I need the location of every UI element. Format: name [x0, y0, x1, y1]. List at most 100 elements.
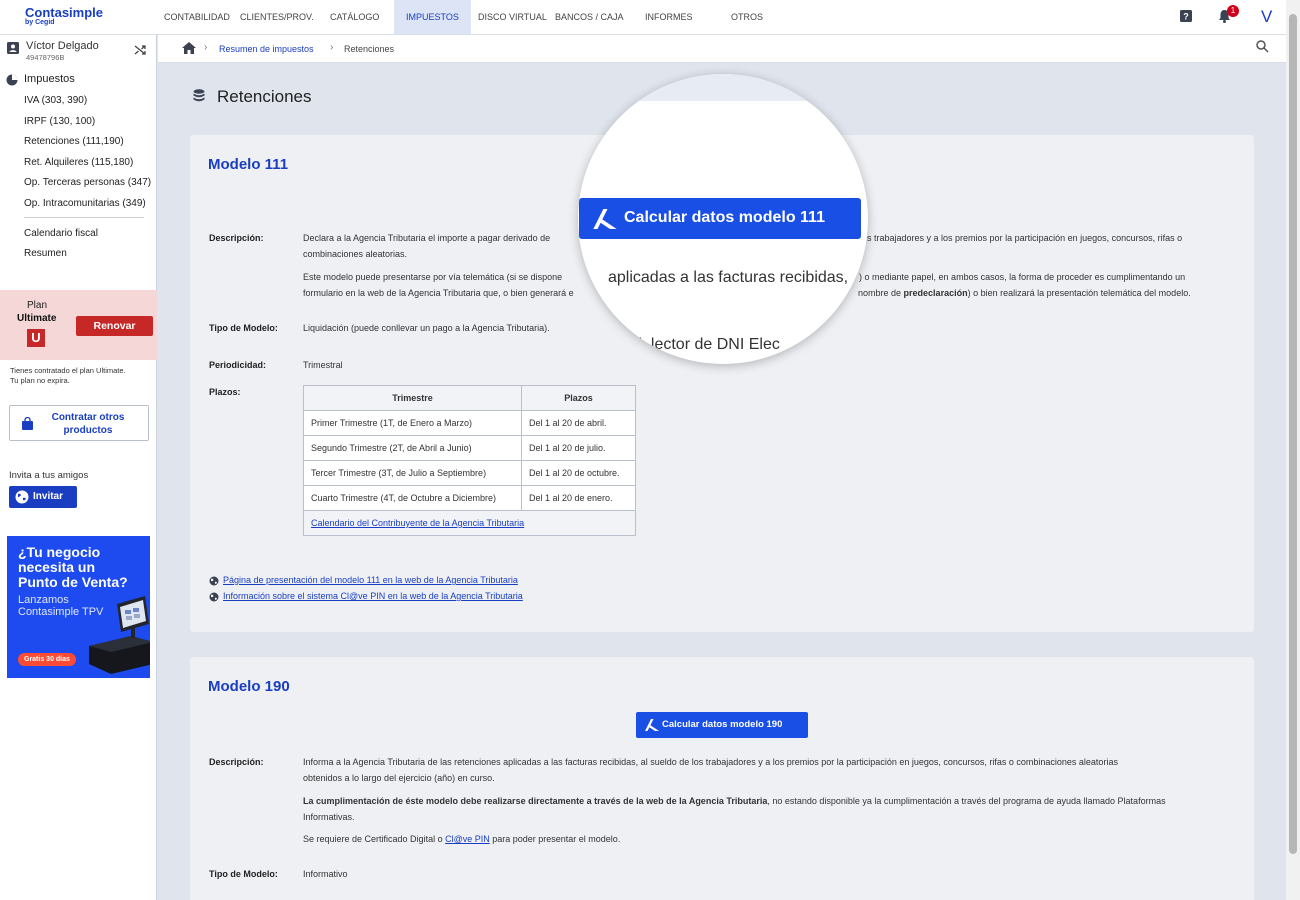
- m111-periodicidad: Trimestral: [303, 360, 343, 370]
- magnifier-overlay: Calcular datos modelo 111 aplicadas a la…: [578, 74, 868, 364]
- table-cell: Tercer Trimestre (3T, de Julio a Septiem…: [303, 460, 522, 486]
- sidebar-section-title: Impuestos: [24, 73, 75, 85]
- nav-otros[interactable]: OTROS: [731, 0, 763, 34]
- pos-terminal-illustration: [89, 596, 150, 674]
- m111-desc-4a: formulario en la web de la Agencia Tribu…: [303, 288, 574, 298]
- breadcrumb: › Resumen de impuestos › Retenciones: [158, 35, 1286, 63]
- plan-name: Ultimate: [17, 313, 57, 324]
- svg-text:?: ?: [1183, 12, 1189, 22]
- m111-desc-1: Declara a la Agencia Tributaria el impor…: [303, 233, 551, 243]
- plazos-table: Trimestre Plazos Primer Trimestre (1T, d…: [303, 385, 636, 536]
- m190-desc-5b: para poder presentar el modelo.: [489, 834, 621, 844]
- sidebar-divider: [24, 217, 144, 218]
- search-icon[interactable]: [1256, 40, 1269, 56]
- shopping-bag-icon: [22, 416, 33, 434]
- globe-icon: [15, 490, 29, 507]
- nav-informes[interactable]: INFORMES: [645, 0, 693, 34]
- m111-desc-3a: Este modelo puede presentarse por vía te…: [303, 272, 563, 282]
- home-icon[interactable]: [182, 42, 196, 57]
- m190-desc-5: Se requiere de Certificado Digital o Cl@…: [303, 831, 1228, 847]
- invite-label: Invita a tus amigos: [9, 470, 89, 481]
- nav-clientes[interactable]: CLIENTES/PROV.: [240, 0, 314, 34]
- desc-label: Descripción:: [209, 757, 264, 767]
- sidebar-item-irpf[interactable]: IRPF (130, 100): [24, 116, 95, 127]
- sidebar-item-calendario[interactable]: Calendario fiscal: [24, 228, 98, 239]
- modelo-111-page-link[interactable]: Página de presentación del modelo 111 en…: [223, 575, 518, 585]
- periodicidad-label: Periodicidad:: [209, 360, 267, 370]
- calcular-190-button[interactable]: Calcular datos modelo 190: [636, 712, 808, 738]
- sidebar: Víctor Delgado 49478796B Impuestos IVA (…: [0, 35, 157, 900]
- nav-impuestos[interactable]: IMPUESTOS: [394, 0, 471, 34]
- sidebar-item-intracomunitarias[interactable]: Op. Intracomunitarias (349): [24, 198, 146, 209]
- calcular-111-button[interactable]: Calcular datos modelo 111: [579, 198, 861, 239]
- table-row: Tercer Trimestre (3T, de Julio a Septiem…: [303, 460, 636, 486]
- tipo-label: Tipo de Modelo:: [209, 323, 278, 333]
- sidebar-item-resumen[interactable]: Resumen: [24, 248, 67, 259]
- invite-button[interactable]: Invitar: [9, 486, 77, 508]
- switch-user-icon[interactable]: [134, 44, 146, 59]
- promo-badge[interactable]: Gratis 30 días: [18, 653, 76, 666]
- globe-icon: [209, 575, 219, 589]
- m111-desc-4d: ) o bien realizará la presentación telem…: [967, 288, 1191, 298]
- renew-button[interactable]: Renovar: [76, 316, 153, 336]
- sidebar-item-terceras-personas[interactable]: Op. Terceras personas (347): [24, 177, 151, 188]
- breadcrumb-link[interactable]: Resumen de impuestos: [219, 44, 314, 54]
- plan-note: Tienes contratado el plan Ultimate. Tu p…: [10, 366, 126, 386]
- nav-catalogo[interactable]: CATÁLOGO: [330, 0, 379, 34]
- sidebar-item-iva[interactable]: IVA (303, 390): [24, 95, 87, 106]
- plazos-label: Plazos:: [209, 387, 241, 397]
- header-plazos: Plazos: [521, 385, 636, 411]
- globe-icon: [209, 591, 219, 605]
- invite-button-label: Invitar: [33, 491, 64, 502]
- user-row: Víctor Delgado 49478796B: [0, 35, 157, 65]
- top-navbar: Contasimple by Cegid CONTABILIDAD CLIENT…: [0, 0, 1286, 35]
- plan-note-line-1: Tienes contratado el plan Ultimate.: [10, 366, 126, 375]
- plan-note-line-2: Tu plan no expira.: [10, 376, 70, 385]
- header-trimestre: Trimestre: [303, 385, 522, 411]
- promo-banner[interactable]: ¿Tu negocio necesita un Punto de Venta? …: [7, 536, 150, 678]
- logo[interactable]: Contasimple by Cegid: [25, 6, 103, 26]
- logo-sub: by Cegid: [25, 19, 55, 26]
- m190-desc-1: Informa a la Agencia Tributaria de las r…: [303, 757, 1118, 767]
- m190-desc-2: obtenidos a lo largo del ejercicio (año)…: [303, 773, 495, 783]
- nav-disco-virtual[interactable]: DISCO VIRTUAL: [478, 0, 547, 34]
- modelo-190-title: Modelo 190: [208, 678, 290, 695]
- help-icon[interactable]: ?: [1180, 10, 1192, 25]
- table-cell: Primer Trimestre (1T, de Enero a Marzo): [303, 410, 522, 436]
- breadcrumb-chevron-icon: ›: [330, 42, 334, 53]
- user-name: Víctor Delgado: [26, 40, 99, 52]
- clave-pin-link[interactable]: Cl@ve PIN: [445, 834, 490, 844]
- scrollbar[interactable]: [1286, 0, 1300, 900]
- clave-pin-info-link[interactable]: Información sobre el sistema Cl@ve PIN e…: [223, 591, 523, 601]
- modelo-190-card: Modelo 190 Calcular datos modelo 190 Des…: [190, 657, 1254, 900]
- plan-label: Plan: [27, 300, 48, 311]
- magnified-text-2: ial, lector de DNI Elec: [626, 336, 780, 353]
- sidebar-item-ret-alquileres[interactable]: Ret. Alquileres (115,180): [24, 157, 133, 168]
- tipo-label: Tipo de Modelo:: [209, 869, 278, 879]
- calcular-111-label: Calcular datos modelo 111: [624, 209, 825, 226]
- m111-desc-1b: s trabajadores y a los premios por la pa…: [867, 233, 1183, 243]
- sidebar-item-retenciones[interactable]: Retenciones (111,190): [24, 136, 124, 147]
- database-icon: [193, 89, 205, 105]
- plan-badge: U: [27, 329, 45, 347]
- m190-desc-5a: Se requiere de Certificado Digital o: [303, 834, 446, 844]
- nav-bancos-caja[interactable]: BANCOS / CAJA: [555, 0, 624, 34]
- contract-products-button[interactable]: Contratar otros productos: [9, 405, 149, 441]
- table-cell: Del 1 al 20 de octubre.: [521, 460, 636, 486]
- m190-desc-4: Informativas.: [303, 812, 355, 822]
- contract-products-label: Contratar otros productos: [51, 412, 125, 436]
- scrollbar-thumb[interactable]: [1289, 14, 1297, 854]
- calendario-contribuyente-link[interactable]: Calendario del Contribuyente de la Agenc…: [311, 518, 524, 528]
- table-footer-cell: Calendario del Contribuyente de la Agenc…: [303, 510, 636, 536]
- m111-desc-4b: nombre de: [858, 288, 902, 298]
- m111-desc-3b: ) o mediante papel, en ambos casos, la f…: [859, 272, 1186, 282]
- aeat-icon: [592, 209, 618, 234]
- desc-label: Descripción:: [209, 233, 264, 243]
- modelo-111-title: Modelo 111: [208, 156, 289, 173]
- user-menu-initial[interactable]: V: [1261, 7, 1272, 27]
- nav-contabilidad[interactable]: CONTABILIDAD: [164, 0, 230, 34]
- calcular-190-label: Calcular datos modelo 190: [662, 719, 783, 730]
- m190-desc-3-bold: La cumplimentación de éste modelo debe r…: [303, 796, 768, 806]
- table-cell: Del 1 al 20 de julio.: [521, 435, 636, 461]
- table-cell: Segundo Trimestre (2T, de Abril a Junio): [303, 435, 522, 461]
